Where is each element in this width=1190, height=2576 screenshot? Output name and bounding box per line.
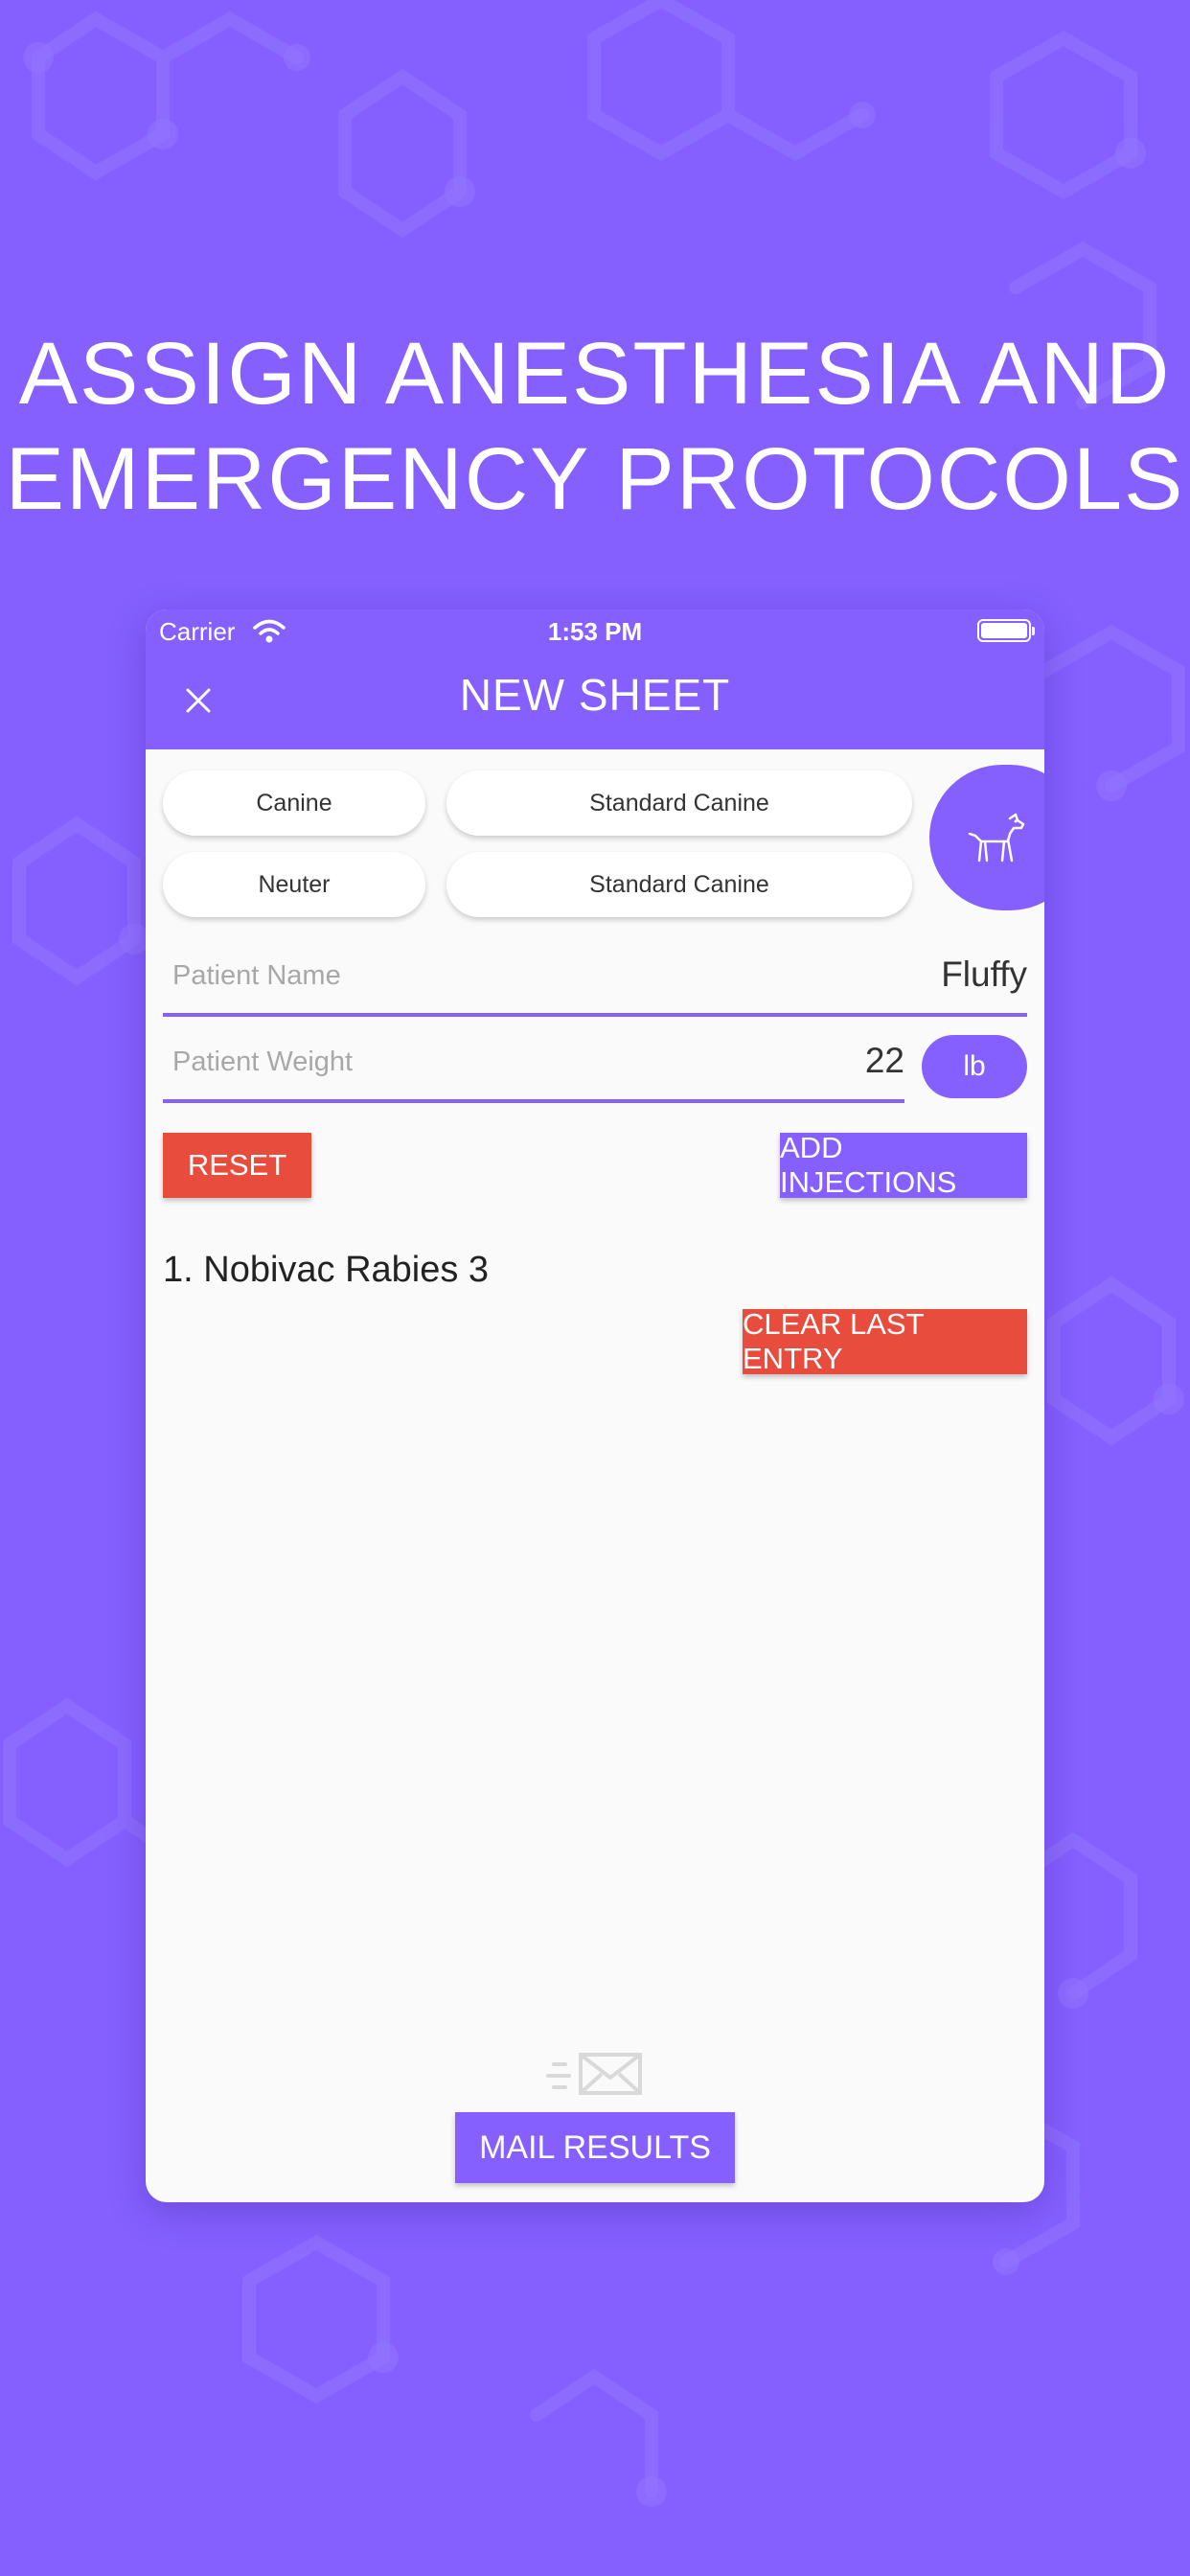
headline: ASSIGN ANESTHESIA AND EMERGENCY PROTOCOL… bbox=[0, 321, 1190, 532]
dog-icon bbox=[968, 813, 1025, 862]
page-title: NEW SHEET bbox=[459, 670, 731, 720]
species-selector[interactable]: Canine bbox=[163, 770, 425, 836]
device-screen: Carrier 1:53 PM NEW SHEET Canine Standar… bbox=[146, 610, 1044, 2202]
patient-name-placeholder: Patient Name bbox=[172, 960, 341, 991]
app-bar: Carrier 1:53 PM NEW SHEET bbox=[146, 610, 1044, 749]
patient-weight-underline bbox=[163, 1099, 904, 1103]
reset-button[interactable]: RESET bbox=[163, 1133, 311, 1198]
status-time: 1:53 PM bbox=[547, 617, 643, 646]
patient-weight-placeholder: Patient Weight bbox=[172, 1046, 354, 1077]
procedure-selector[interactable]: Neuter bbox=[163, 852, 425, 917]
patient-weight-input[interactable]: 22 bbox=[865, 1041, 904, 1081]
species-protocol-selector[interactable]: Standard Canine bbox=[446, 770, 912, 836]
weight-unit-toggle[interactable]: lb bbox=[922, 1035, 1027, 1098]
patient-name-input[interactable]: Fluffy bbox=[941, 954, 1027, 995]
envelope-icon bbox=[546, 2053, 642, 2095]
clear-last-entry-button[interactable]: CLEAR LAST ENTRY bbox=[743, 1307, 1027, 1375]
patient-avatar-button[interactable] bbox=[929, 765, 1044, 910]
battery-icon bbox=[977, 619, 1035, 642]
headline-line-1: ASSIGN ANESTHESIA AND bbox=[18, 325, 1172, 423]
add-injections-button[interactable]: ADD INJECTIONS bbox=[780, 1131, 1027, 1199]
list-item: 1. Nobivac Rabies 3 bbox=[163, 1250, 490, 1290]
mail-results-button[interactable]: MAIL RESULTS bbox=[455, 2112, 735, 2183]
headline-line-2: EMERGENCY PROTOCOLS bbox=[5, 430, 1185, 528]
patient-name-underline bbox=[163, 1013, 1027, 1017]
procedure-protocol-selector[interactable]: Standard Canine bbox=[446, 852, 912, 917]
